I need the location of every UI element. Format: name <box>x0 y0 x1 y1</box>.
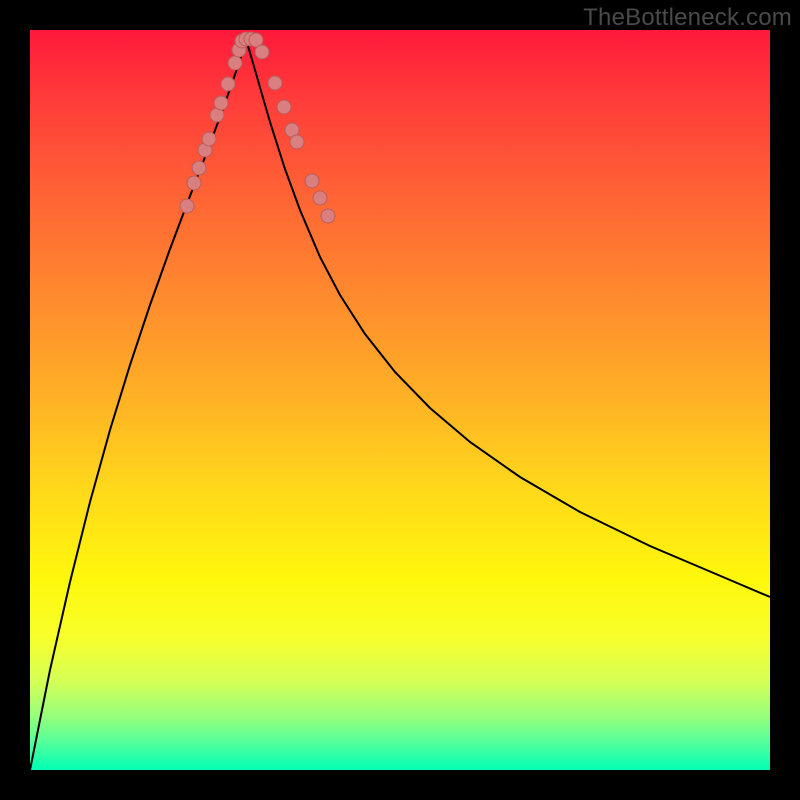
data-marker <box>202 132 216 146</box>
curve-layer <box>30 30 770 770</box>
curve-right-branch <box>246 39 770 597</box>
chart-frame: TheBottleneck.com <box>0 0 800 800</box>
data-marker <box>268 76 282 90</box>
watermark-text: TheBottleneck.com <box>583 4 792 32</box>
data-marker <box>305 174 319 188</box>
curve-left-branch <box>30 39 246 770</box>
data-marker <box>192 161 206 175</box>
data-marker <box>228 56 242 70</box>
data-marker <box>214 96 228 110</box>
data-marker <box>255 45 269 59</box>
data-marker <box>277 100 291 114</box>
data-marker <box>313 191 327 205</box>
data-marker <box>321 209 335 223</box>
plot-area <box>30 30 770 770</box>
data-marker <box>180 199 194 213</box>
data-marker <box>290 135 304 149</box>
marker-group <box>180 32 335 223</box>
data-marker <box>221 77 235 91</box>
data-marker <box>187 176 201 190</box>
